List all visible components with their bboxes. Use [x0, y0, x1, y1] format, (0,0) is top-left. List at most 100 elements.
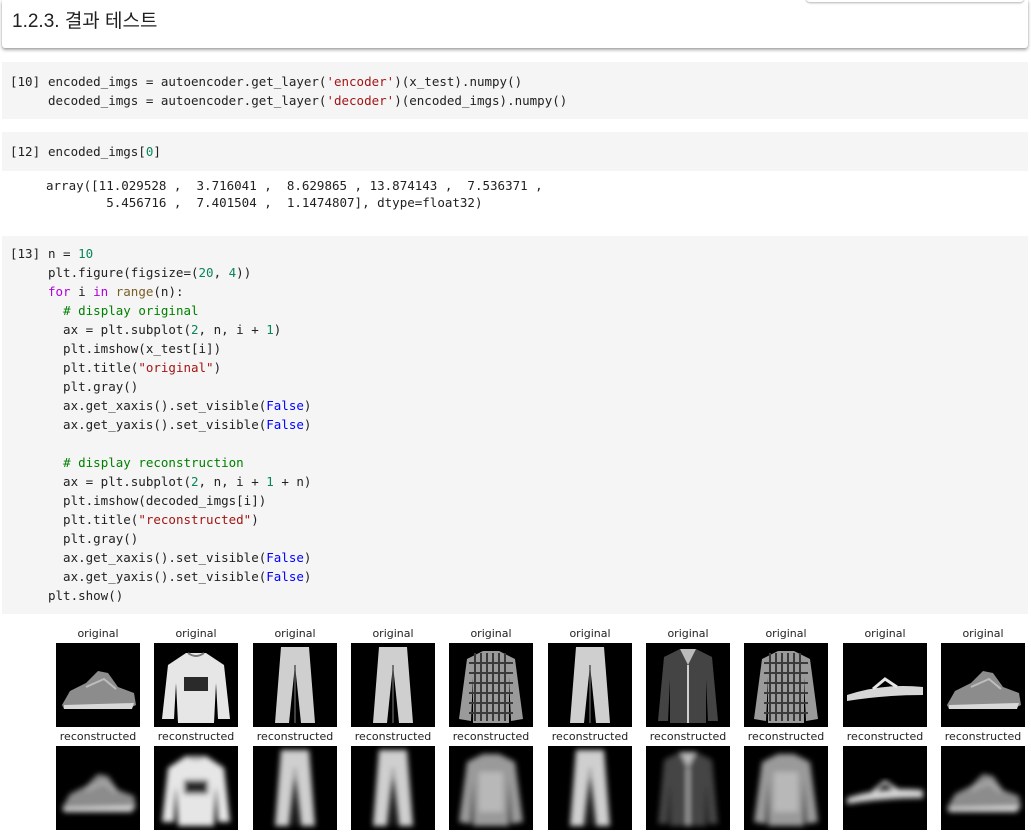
code-line: plt.imshow(decoded_imgs[i])	[48, 491, 311, 510]
code-text: ax.get_yaxis().set_visible(	[48, 569, 267, 584]
subplot-title: reconstructed	[846, 730, 924, 743]
cell-prompt: [13]	[10, 246, 41, 261]
cell-prompt: [10]	[10, 74, 41, 89]
output-figure: original original original original original…	[0, 624, 1031, 838]
trouser-thumbnail	[548, 746, 632, 830]
code-line: ax = plt.subplot(2, n, i + 1 + n)	[48, 472, 311, 491]
code-cell-13[interactable]: [13] n = 10 plt.figure(figsize=(20, 4)) fo…	[2, 236, 1028, 614]
code-line: ax = plt.subplot(2, n, i + 1)	[48, 320, 311, 339]
string-literal: 'decoder'	[326, 93, 395, 108]
subplot-title: original	[274, 627, 316, 640]
reconstructed-image	[941, 746, 1025, 830]
shirt-thumbnail	[449, 643, 533, 727]
reconstructed-image	[744, 746, 828, 830]
subplot-title: original	[175, 627, 217, 640]
code-text: )	[251, 512, 259, 527]
code-text: n =	[48, 246, 79, 261]
string-literal: "original"	[138, 360, 214, 375]
original-image	[154, 643, 238, 727]
code-text: ]	[153, 144, 161, 159]
subplot-title: reconstructed	[452, 730, 530, 743]
subplot-title: original	[77, 627, 119, 640]
original-image	[646, 643, 730, 727]
reconstructed-image	[56, 746, 140, 830]
sneaker-thumbnail	[56, 643, 140, 727]
code-text: )	[213, 360, 222, 375]
comment: # display original	[63, 303, 199, 318]
original-image	[843, 643, 927, 727]
code-text: ax.get_xaxis().set_visible(	[48, 550, 267, 565]
original-image	[941, 643, 1025, 727]
code-text: )(x_test).numpy()	[394, 74, 523, 89]
header-tab-edge	[806, 0, 1024, 2]
code-text: )	[303, 417, 312, 432]
pullover-thumbnail	[154, 746, 238, 830]
code-line: plt.imshow(x_test[i])	[48, 339, 311, 358]
section-header-card: 1.2.3. 결과 테스트	[2, 0, 1028, 48]
code-editor[interactable]: encoded_imgs = autoencoder.get_layer('en…	[48, 72, 567, 110]
code-line: ax.get_xaxis().set_visible(False)	[48, 396, 311, 415]
sandal-thumbnail	[843, 746, 927, 830]
subplot-title: original	[470, 627, 512, 640]
pullover-thumbnail	[154, 643, 238, 727]
original-image	[351, 643, 435, 727]
code-text: )	[303, 398, 312, 413]
shirt-thumbnail	[744, 746, 828, 830]
constant: False	[266, 550, 304, 565]
subplot-title: reconstructed	[256, 730, 334, 743]
code-text: decoded_imgs = autoencoder.get_layer(	[48, 93, 327, 108]
code-text: i	[70, 284, 94, 299]
trouser-thumbnail	[548, 643, 632, 727]
code-text: plt.figure(figsize=(	[48, 265, 199, 280]
string-literal: "reconstructed"	[138, 512, 252, 527]
sneaker-thumbnail	[941, 643, 1025, 727]
code-line: decoded_imgs = autoencoder.get_layer('de…	[48, 91, 567, 110]
code-cell-10[interactable]: [10] encoded_imgs = autoencoder.get_laye…	[2, 62, 1028, 119]
code-editor[interactable]: encoded_imgs[0]	[48, 142, 161, 161]
code-line: ax.get_yaxis().set_visible(False)	[48, 567, 311, 586]
code-text: )	[303, 550, 312, 565]
reconstructed-image	[253, 746, 337, 830]
code-editor[interactable]: n = 10 plt.figure(figsize=(20, 4)) for i i…	[48, 244, 311, 605]
code-text: ax = plt.subplot(	[48, 474, 191, 489]
code-text: ,	[213, 265, 229, 280]
sneaker-thumbnail	[941, 746, 1025, 830]
shirt-thumbnail	[449, 746, 533, 830]
code-line: n = 10	[48, 244, 311, 263]
subplot-title: original	[372, 627, 414, 640]
subplot-title: reconstructed	[157, 730, 235, 743]
code-text: encoded_imgs = autoencoder.get_layer(	[48, 74, 327, 89]
reconstructed-image	[646, 746, 730, 830]
code-text: , n, i +	[198, 474, 267, 489]
subplot-title: reconstructed	[747, 730, 825, 743]
subplot-title: original	[962, 627, 1004, 640]
reconstructed-image	[351, 746, 435, 830]
code-text: )	[273, 322, 282, 337]
trouser-thumbnail	[253, 746, 337, 830]
code-line: plt.gray()	[48, 529, 311, 548]
code-text: plt.imshow(x_test[i])	[48, 341, 222, 356]
trouser-thumbnail	[351, 746, 435, 830]
code-text: )	[303, 569, 312, 584]
original-image	[253, 643, 337, 727]
code-line: plt.show()	[48, 586, 311, 605]
constant: False	[266, 398, 304, 413]
coat-thumbnail	[646, 746, 730, 830]
code-line: plt.gray()	[48, 377, 311, 396]
number-literal: 1	[266, 322, 274, 337]
code-line: # display original	[48, 301, 311, 320]
builtin-name: range	[115, 284, 154, 299]
original-image	[56, 643, 140, 727]
shirt-thumbnail	[744, 643, 828, 727]
original-image	[548, 643, 632, 727]
code-cell-12[interactable]: [12] encoded_imgs[0]	[2, 132, 1028, 171]
number-literal: 20	[198, 265, 214, 280]
trouser-thumbnail	[351, 643, 435, 727]
code-text: ax = plt.subplot(	[48, 322, 191, 337]
trouser-thumbnail	[253, 643, 337, 727]
code-text: plt.gray()	[48, 531, 139, 546]
sneaker-thumbnail	[56, 746, 140, 830]
